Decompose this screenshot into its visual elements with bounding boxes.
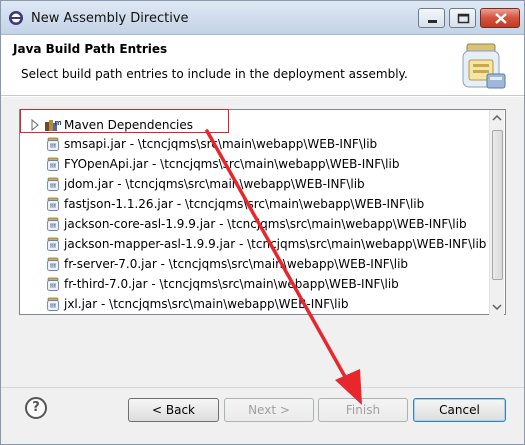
svg-text:010: 010 (50, 244, 58, 248)
minimize-button[interactable] (418, 8, 445, 28)
jar-icon: 010 (47, 237, 59, 251)
jar-icon: 010 (47, 157, 59, 171)
jar-icon: 010 (47, 297, 59, 311)
jar-icon: 010 (47, 277, 59, 291)
help-icon[interactable]: ? (25, 397, 47, 419)
maximize-icon (457, 13, 470, 24)
list-item-label: jackson-core-asl-1.9.9.jar - \tcncjqms\s… (64, 217, 467, 231)
svg-text:010: 010 (50, 264, 58, 268)
list-item-label: jxl.jar - \tcncjqms\src\main\webapp\WEB-… (64, 297, 349, 311)
list-vertical-scrollbar[interactable] (489, 110, 504, 315)
list-item-label: smsapi.jar - \tcncjqms\src\main\webapp\W… (64, 137, 378, 151)
list-item[interactable]: 010 fastjson-1.1.26.jar - \tcncjqms\src\m… (20, 194, 490, 214)
build-path-entries-list[interactable]: mMaven Dependencies010smsapi.jar - \tcnc… (19, 109, 506, 315)
jar-icon: 010 (47, 257, 59, 271)
dialog-window: New Assembly Directive Java Build Path E… (0, 0, 525, 445)
finish-button[interactable]: Finish (318, 398, 408, 422)
list-item[interactable]: 010 smsapi.jar - \tcncjqms\src\main\webap… (20, 134, 490, 154)
list-item-label: fr-third-7.0.jar - \tcncjqms\src\main\we… (64, 277, 399, 291)
wizard-header: Java Build Path Entries Select build pat… (1, 36, 524, 96)
svg-text:010: 010 (50, 284, 58, 288)
svg-text:010: 010 (50, 224, 58, 228)
scrollbar-thumb[interactable] (492, 130, 503, 280)
scroll-up-icon[interactable] (490, 110, 504, 126)
svg-text:010: 010 (50, 164, 58, 168)
eclipse-icon (9, 11, 23, 25)
jar-icon: 010 (47, 197, 59, 211)
window-title: New Assembly Directive (31, 11, 189, 26)
list-item[interactable]: 010 jackson-core-asl-1.9.9.jar - \tcncjqm… (20, 214, 490, 234)
close-icon (495, 13, 507, 24)
annotation-highlight-box (20, 109, 229, 133)
list-item-label: FYOpenApi.jar - \tcncjqms\src\main\webap… (64, 157, 400, 171)
back-button[interactable]: < Back (128, 398, 219, 422)
wizard-footer: ? < Back Next > Finish Cancel (1, 387, 524, 444)
page-description: Select build path entries to include in … (21, 67, 408, 81)
svg-text:010: 010 (50, 204, 58, 208)
list-item[interactable]: 010 jdom.jar - \tcncjqms\src\main\webapp\… (20, 174, 490, 194)
cancel-button[interactable]: Cancel (413, 398, 506, 422)
close-button[interactable] (480, 8, 520, 28)
next-button[interactable]: Next > (224, 398, 314, 422)
list-item[interactable]: 010 FYOpenApi.jar - \tcncjqms\src\main\we… (20, 154, 490, 174)
title-bar[interactable]: New Assembly Directive (1, 1, 524, 35)
maximize-button[interactable] (449, 8, 476, 28)
jar-icon: 010 (47, 177, 59, 191)
content-area: mMaven Dependencies010smsapi.jar - \tcnc… (1, 97, 524, 387)
list-item-label: fastjson-1.1.26.jar - \tcncjqms\src\main… (64, 197, 425, 211)
minimize-icon (428, 20, 437, 23)
list-item-label: jackson-mapper-asl-1.9.9.jar - \tcncjqms… (64, 237, 487, 251)
jar-icon: 010 (47, 137, 59, 151)
list-item-label: jdom.jar - \tcncjqms\src\main\webapp\WEB… (64, 177, 365, 191)
list-item[interactable]: 010 jackson-mapper-asl-1.9.9.jar - \tcncj… (20, 234, 490, 254)
list-item-label: fr-server-7.0.jar - \tcncjqms\src\main\w… (64, 257, 409, 271)
list-item[interactable]: 010 jxl.jar - \tcncjqms\src\main\webapp\W… (20, 294, 490, 314)
svg-text:010: 010 (50, 304, 58, 308)
svg-text:010: 010 (50, 184, 58, 188)
svg-text:010: 010 (50, 144, 58, 148)
jar-icon: 010 (47, 217, 59, 231)
list-item[interactable]: 010 fr-third-7.0.jar - \tcncjqms\src\main… (20, 274, 490, 294)
scroll-down-icon[interactable] (490, 299, 504, 315)
list-item[interactable]: 010 fr-server-7.0.jar - \tcncjqms\src\mai… (20, 254, 490, 274)
page-title: Java Build Path Entries (13, 42, 168, 56)
jar-library-banner-icon (462, 43, 506, 89)
